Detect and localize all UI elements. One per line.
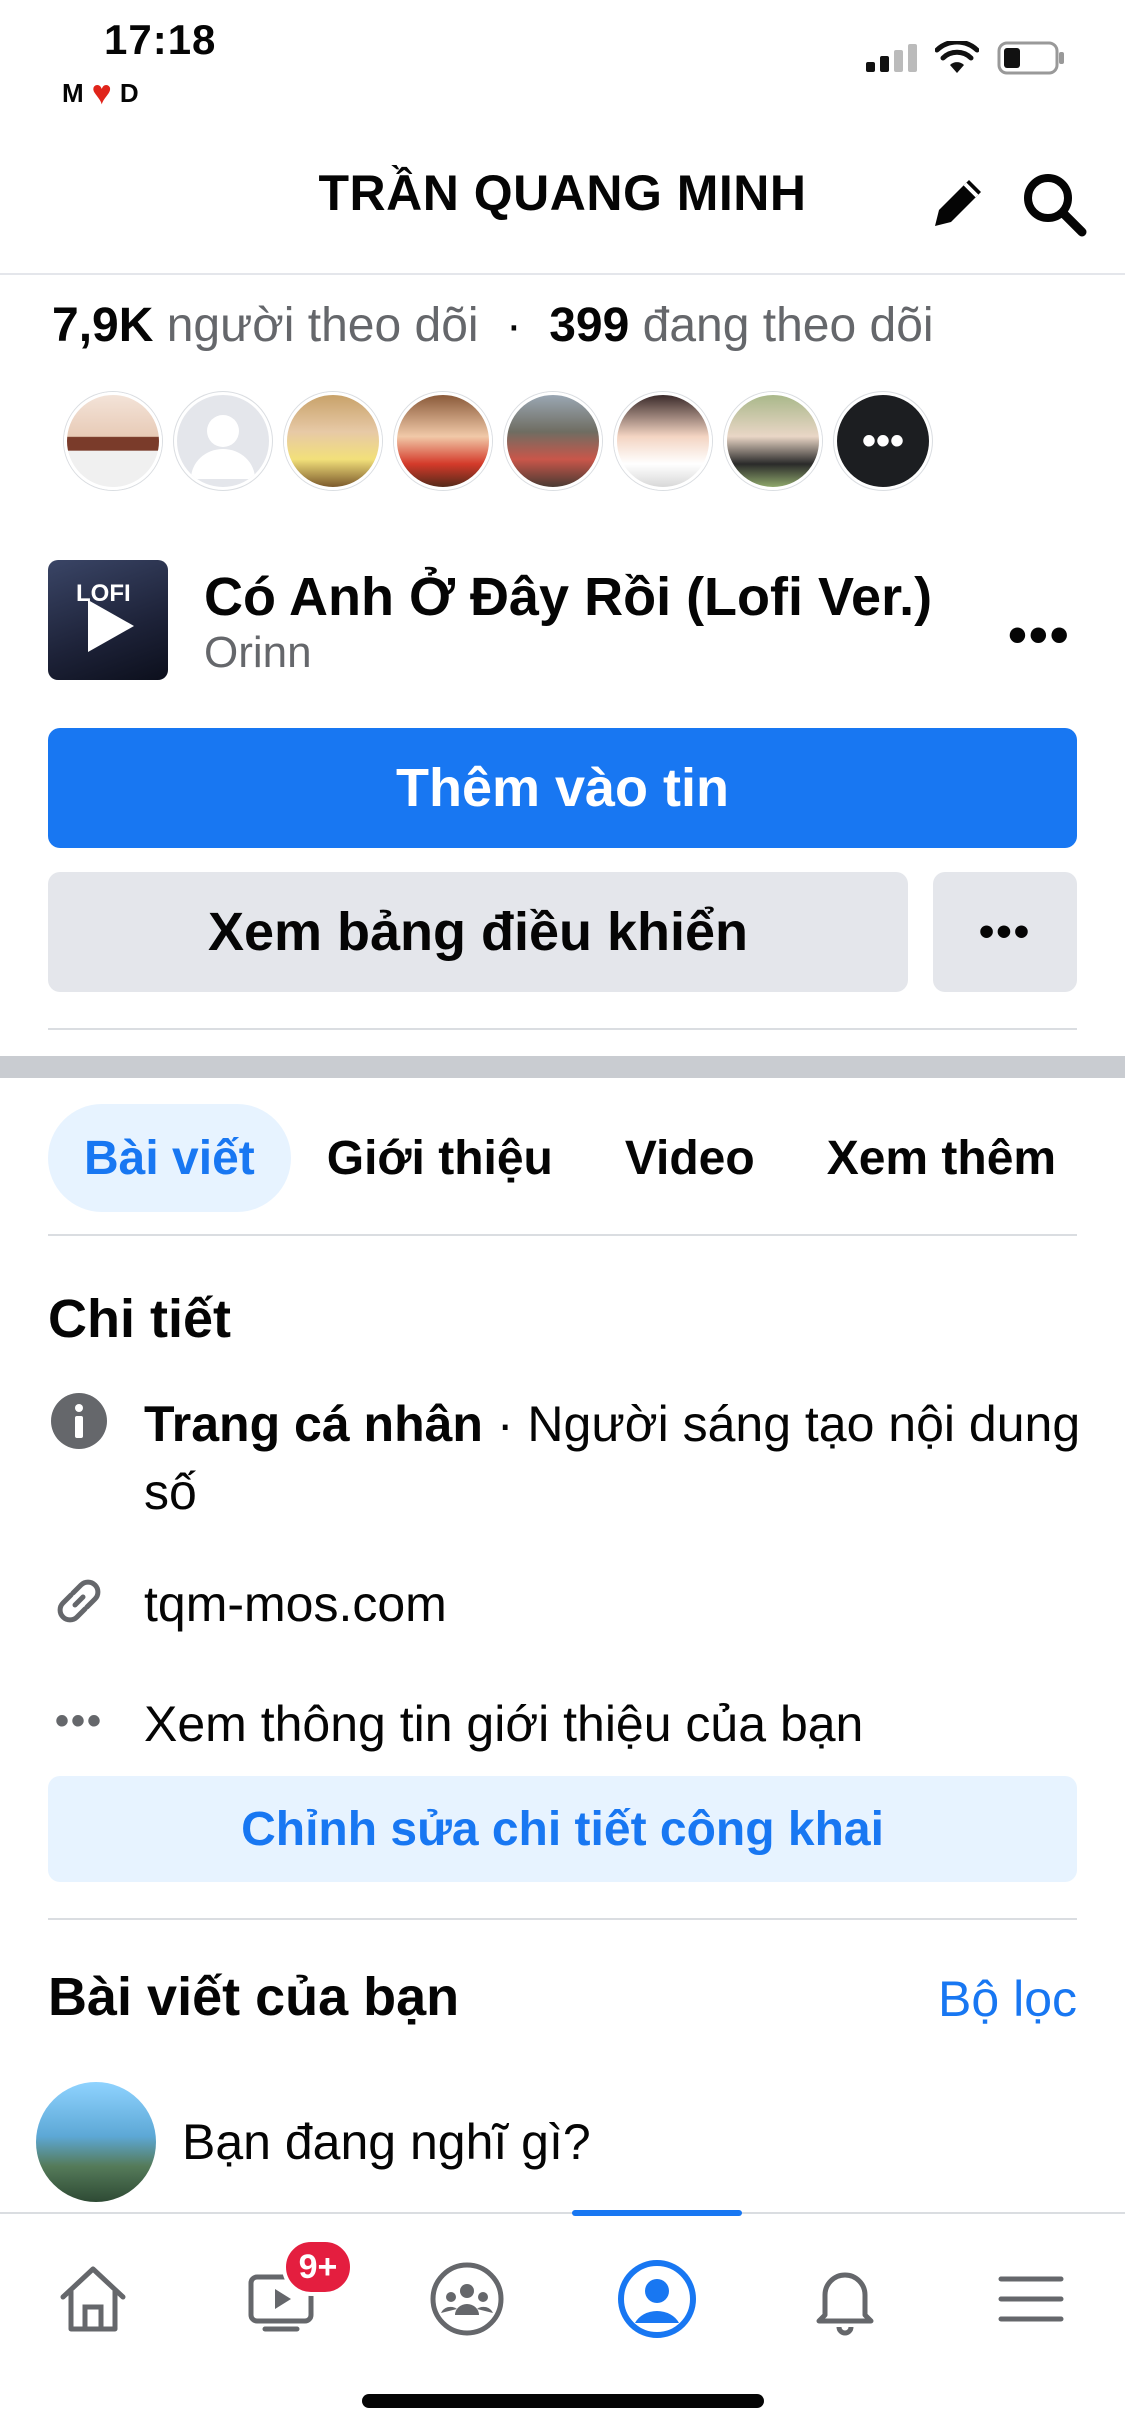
detail-see-about[interactable]: ••• Xem thông tin giới thiệu của bạn <box>48 1690 1084 1758</box>
posts-title: Bài viết của bạn <box>48 1967 460 2027</box>
avatar[interactable] <box>174 392 272 490</box>
active-tab-indicator <box>572 2210 742 2216</box>
profile-type-label: Trang cá nhân <box>144 1396 483 1452</box>
avatar[interactable] <box>724 392 822 490</box>
default-avatar-icon <box>191 415 255 479</box>
details-title: Chi tiết <box>48 1289 231 1349</box>
view-dashboard-button[interactable]: Xem bảng điều khiển <box>48 872 908 992</box>
bell-icon <box>816 2272 874 2336</box>
see-about-link[interactable]: Xem thông tin giới thiệu của bạn <box>144 1690 1084 1758</box>
profile-music[interactable]: LOFI Có Anh Ở Đây Rồi (Lofi Ver.) Orinn … <box>48 560 1078 685</box>
profile-header: TRẦN QUANG MINH <box>0 140 1125 275</box>
carrier-right: D <box>119 77 139 108</box>
profile-icon <box>618 2260 696 2338</box>
divider <box>48 1918 1077 1920</box>
follow-stats[interactable]: 7,9K người theo dõi · 399 đang theo dõi <box>52 298 934 353</box>
music-more-button[interactable]: ••• <box>1008 604 1071 666</box>
profile-tabs: Bài viết Giới thiệu Video Xem thêm <box>48 1104 1092 1212</box>
nav-profile[interactable] <box>602 2244 712 2354</box>
following-label: đang theo dõi <box>642 299 934 352</box>
carrier-left: M <box>62 77 84 108</box>
battery-icon <box>997 41 1064 75</box>
avatar[interactable] <box>394 392 492 490</box>
avatar[interactable] <box>36 2082 156 2202</box>
tab-more[interactable]: Xem thêm <box>791 1104 1092 1212</box>
followers-count: 7,9K <box>52 299 154 352</box>
heart-icon: ♥ <box>91 74 112 112</box>
link-icon <box>57 1579 101 1623</box>
avatar[interactable] <box>284 392 382 490</box>
follower-avatars: ••• <box>64 392 932 490</box>
nav-menu[interactable] <box>976 2244 1086 2354</box>
home-icon <box>60 2266 126 2332</box>
separator-dot: · <box>505 299 522 352</box>
status-bar: 17:18 M ♥ D <box>0 0 1125 130</box>
more-dots-icon: ••• <box>54 1698 103 1743</box>
avatar[interactable] <box>504 392 602 490</box>
divider <box>48 1028 1077 1030</box>
website-link[interactable]: tqm-mos.com <box>144 1570 1084 1638</box>
music-title: Có Anh Ở Đây Rồi (Lofi Ver.) <box>204 567 933 627</box>
edit-profile-button[interactable] <box>925 170 991 236</box>
post-composer[interactable]: Bạn đang nghĩ gì? <box>36 2082 591 2202</box>
carrier-label: M ♥ D <box>62 76 139 110</box>
status-icons <box>866 40 1067 76</box>
tab-about[interactable]: Giới thiệu <box>291 1104 589 1212</box>
music-artist: Orinn <box>204 628 312 677</box>
add-to-story-button[interactable]: Thêm vào tin <box>48 728 1077 848</box>
pencil-icon <box>935 180 981 226</box>
search-button[interactable] <box>1018 168 1090 240</box>
status-time: 17:18 <box>104 16 217 63</box>
search-icon <box>1024 174 1087 237</box>
detail-profile-type: Trang cá nhân · Người sáng tạo nội dung … <box>48 1390 1084 1526</box>
tab-video[interactable]: Video <box>589 1104 791 1212</box>
nav-groups[interactable] <box>412 2244 522 2354</box>
avatar[interactable] <box>614 392 712 490</box>
play-icon <box>88 600 134 652</box>
menu-icon <box>998 2276 1064 2322</box>
info-icon <box>51 1393 107 1449</box>
divider <box>48 1234 1077 1236</box>
detail-website[interactable]: tqm-mos.com <box>48 1570 1084 1638</box>
section-separator <box>0 1056 1125 1078</box>
music-cover[interactable]: LOFI <box>48 560 168 680</box>
filter-button[interactable]: Bộ lọc <box>938 1970 1077 2028</box>
signal-icon <box>866 44 917 72</box>
composer-placeholder[interactable]: Bạn đang nghĩ gì? <box>182 2113 591 2171</box>
avatar[interactable] <box>64 392 162 490</box>
nav-home[interactable] <box>38 2244 148 2354</box>
more-avatars-button[interactable]: ••• <box>834 392 932 490</box>
wifi-icon <box>935 41 979 73</box>
followers-label: người theo dõi <box>166 299 479 352</box>
nav-notifications[interactable] <box>790 2244 900 2354</box>
groups-icon <box>430 2262 504 2336</box>
home-indicator[interactable] <box>362 2394 764 2408</box>
more-options-button[interactable]: ••• <box>933 872 1077 992</box>
following-count: 399 <box>549 299 630 352</box>
edit-public-details-button[interactable]: Chỉnh sửa chi tiết công khai <box>48 1776 1077 1882</box>
watch-badge: 9+ <box>282 2238 354 2296</box>
tab-posts[interactable]: Bài viết <box>48 1104 291 1212</box>
